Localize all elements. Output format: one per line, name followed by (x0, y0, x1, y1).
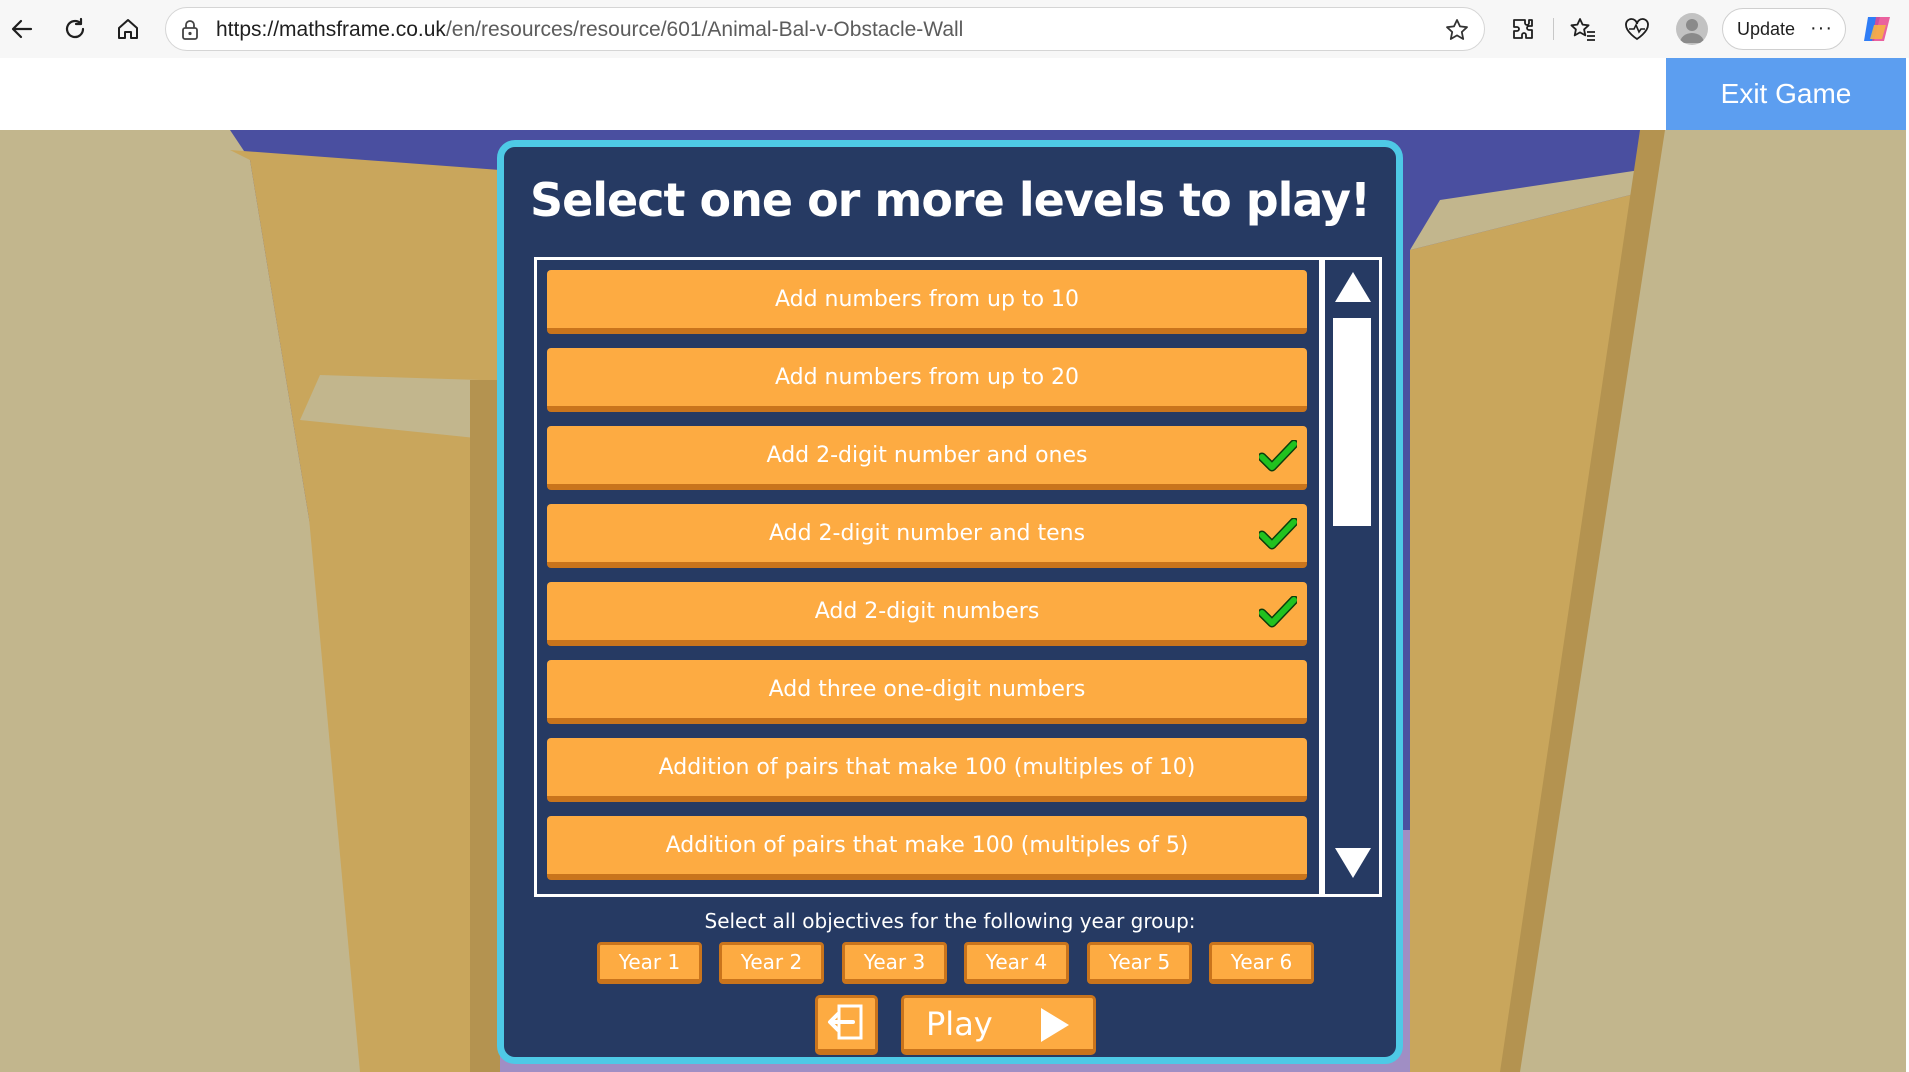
panel-title: Select one or more levels to play! (529, 173, 1371, 227)
game-canvas[interactable]: Select one or more levels to play! Add n… (0, 130, 1906, 1072)
back-icon[interactable] (2, 9, 42, 49)
site-header: Exit Game (0, 58, 1909, 130)
play-arrow-icon (1039, 1006, 1071, 1052)
level-item-0[interactable]: Add numbers from up to 10 (547, 270, 1307, 334)
checkmark-icon (1257, 439, 1299, 478)
level-label: Add 2-digit number and ones (766, 442, 1088, 468)
level-label: Add three one-digit numbers (768, 676, 1086, 702)
url-host: https://mathsframe.co.uk (216, 18, 446, 41)
play-button[interactable]: Play (901, 995, 1096, 1055)
year-5-button[interactable]: Year 5 (1087, 942, 1192, 984)
copilot-icon[interactable] (1860, 11, 1896, 47)
year-1-button[interactable]: Year 1 (597, 942, 702, 984)
exit-door-icon (827, 1002, 867, 1046)
level-label: Add 2-digit numbers (814, 598, 1040, 624)
level-label: Add 2-digit number and tens (768, 520, 1086, 546)
year-3-button[interactable]: Year 3 (842, 942, 947, 984)
year-group-caption: Select all objectives for the following … (704, 909, 1196, 933)
url-path: /en/resources/resource/601/Animal-Bal-v-… (445, 18, 964, 41)
scroll-down-arrow-icon[interactable] (1333, 846, 1373, 884)
url-text: https://mathsframe.co.uk/en/resources/re… (216, 18, 963, 42)
level-item-5[interactable]: Add three one-digit numbers (547, 660, 1307, 724)
more-options-icon[interactable]: ··· (1810, 17, 1833, 40)
level-label: Add numbers from up to 20 (774, 364, 1080, 390)
checkmark-icon (1257, 595, 1299, 634)
year-6-button[interactable]: Year 6 (1209, 942, 1314, 984)
home-icon[interactable] (108, 9, 148, 49)
level-label: Addition of pairs that make 100 (multipl… (665, 832, 1189, 858)
level-item-2[interactable]: Add 2-digit number and ones (547, 426, 1307, 490)
browser-toolbar: https://mathsframe.co.uk/en/resources/re… (0, 0, 1909, 58)
favorite-star-icon[interactable] (1444, 17, 1470, 47)
level-item-1[interactable]: Add numbers from up to 20 (547, 348, 1307, 412)
refresh-icon[interactable] (55, 9, 95, 49)
scroll-up-arrow-icon[interactable] (1333, 270, 1373, 308)
address-bar[interactable]: https://mathsframe.co.uk/en/resources/re… (165, 7, 1485, 51)
levels-scrollbar[interactable] (1322, 257, 1382, 897)
checkmark-icon (1257, 517, 1299, 556)
level-item-3[interactable]: Add 2-digit number and tens (547, 504, 1307, 568)
exit-game-button[interactable]: Exit Game (1666, 58, 1906, 130)
levels-list: Add numbers from up to 10 Add numbers fr… (534, 257, 1322, 897)
browser-essentials-icon[interactable] (1617, 9, 1657, 49)
scroll-thumb[interactable] (1333, 318, 1371, 526)
favorites-icon[interactable] (1563, 9, 1603, 49)
update-button[interactable]: Update ··· (1722, 8, 1846, 50)
year-group-buttons: Year 1 Year 2 Year 3 Year 4 Year 5 Year … (597, 942, 1317, 986)
update-label: Update (1737, 18, 1796, 39)
back-to-menu-button[interactable] (815, 995, 878, 1055)
level-select-panel: Select one or more levels to play! Add n… (497, 140, 1403, 1064)
level-label: Add numbers from up to 10 (774, 286, 1080, 312)
toolbar-divider (1553, 18, 1554, 40)
level-label: Addition of pairs that make 100 (multipl… (658, 754, 1196, 780)
year-2-button[interactable]: Year 2 (719, 942, 824, 984)
extensions-icon[interactable] (1503, 9, 1543, 49)
year-4-button[interactable]: Year 4 (964, 942, 1069, 984)
lock-icon[interactable] (180, 19, 200, 45)
level-item-6[interactable]: Addition of pairs that make 100 (multipl… (547, 738, 1307, 802)
level-item-7[interactable]: Addition of pairs that make 100 (multipl… (547, 816, 1307, 880)
profile-avatar-icon[interactable] (1676, 13, 1708, 45)
level-item-4[interactable]: Add 2-digit numbers (547, 582, 1307, 646)
play-label: Play (926, 1004, 993, 1043)
